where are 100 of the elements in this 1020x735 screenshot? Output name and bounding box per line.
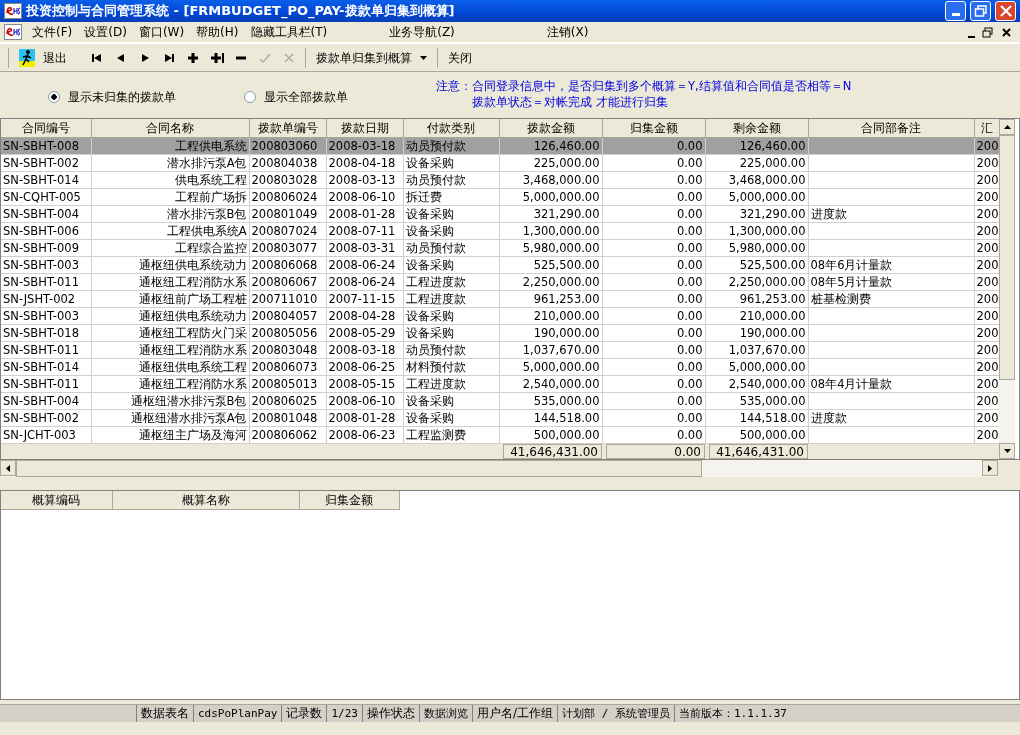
status-label: 用户名/工作组 [472,705,558,722]
table-cell: 200803060 [251,139,318,153]
table-cell: 2008-05-29 [328,326,396,340]
table-cell: 225,000.00 [533,156,600,170]
scroll-down-button[interactable] [999,443,1015,459]
table-cell: 200 [976,343,998,357]
table-cell: SN-JCHT-003 [3,428,76,442]
close-icon [1000,25,1013,39]
radio-button[interactable] [48,91,60,103]
table-cell: 0.00 [676,309,703,323]
table-cell: 2,250,000.00 [728,275,806,289]
table-cell: 2008-03-18 [328,139,396,153]
table-cell: 通枢纽供电系统动力 [138,258,247,272]
table-cell: 0.00 [676,241,703,255]
radio-label[interactable]: 显示全部拨款单 [264,88,348,106]
column-header[interactable]: 合同部备注 [808,119,974,138]
table-cell: 设备采购 [405,207,454,221]
menu-item[interactable]: 文件(F) [26,23,79,41]
table-cell: 200804057 [251,309,318,323]
table-cell: 2008-03-31 [328,241,396,255]
table-cell: 200 [976,275,998,289]
table-cell: 工程供电系统A [166,224,247,238]
table-cell: 设备采购 [405,394,454,408]
radio-button[interactable] [244,91,256,103]
table-cell: SN-SBHT-003 [3,309,79,323]
table-cell: 200 [976,258,998,272]
scroll-right-button[interactable] [982,460,998,476]
table-cell: 200 [976,139,998,153]
column-header[interactable]: 付款类别 [403,119,499,138]
column-header[interactable]: 概算名称 [112,491,299,510]
status-label: 操作状态 [362,705,419,722]
column-header[interactable]: 合同名称 [91,119,249,138]
dropdown-button[interactable]: 拨款单归集到概算 [310,46,433,69]
table-cell: 200805056 [251,326,318,340]
status-label: 数据表名 [136,705,193,722]
column-header[interactable]: 拨款单编号 [249,119,326,138]
table-cell: 200 [976,411,998,425]
column-header[interactable]: 归集金额 [299,491,399,510]
table-cell: 0.00 [676,343,703,357]
column-header[interactable]: 剩余金额 [705,119,808,138]
table-cell: 通枢纽前广场工程桩 [138,292,247,306]
table-cell: 200 [976,224,998,238]
table-cell: 08年4月计量款 [810,377,893,391]
status-label: 记录数 [281,705,327,722]
radio-label[interactable]: 显示未归集的拨款单 [68,88,176,106]
column-header[interactable]: 拨款日期 [326,119,403,138]
table-cell: 2008-03-18 [328,343,396,357]
table-cell: 通枢纽工程防火门采 [138,326,247,340]
column-header[interactable]: 汇 [974,119,999,138]
table-cell: 2008-06-25 [328,360,396,374]
table-cell: 225,000.00 [739,156,806,170]
scroll-left-button[interactable] [0,460,16,476]
menu-item[interactable]: 注销(X) [540,23,595,41]
column-header[interactable]: 概算编码 [1,491,112,510]
scrollbar-thumb[interactable] [16,460,702,477]
table-cell: 进度款 [810,207,847,221]
close-icon [998,4,1013,18]
table-cell: 1,300,000.00 [522,224,600,238]
table-cell: 08年6月计量款 [810,258,893,272]
menu-item[interactable]: 业务导航(Z) [383,23,461,41]
table-cell: 126,460.00 [533,139,600,153]
table-cell: 200806068 [251,258,318,272]
table-cell: 200 [976,156,998,170]
table-cell: 2008-06-10 [328,394,396,408]
table-cell: 144,518.00 [533,411,600,425]
up-arrow-icon [1003,125,1011,129]
table-cell: 0.00 [676,394,703,408]
table-cell: SN-SBHT-004 [3,394,79,408]
table-cell: 设备采购 [405,224,454,238]
left-arrow-icon [6,464,10,472]
table-cell: 200804038 [251,156,318,170]
menu-item[interactable]: 隐藏工具栏(T) [244,23,334,41]
column-header[interactable]: 归集金额 [602,119,705,138]
table-cell: 潜水排污泵B包 [166,207,247,221]
table-cell: 200 [976,377,998,391]
menu-item[interactable]: 帮助(H) [190,23,245,41]
column-header[interactable]: 合同编号 [1,119,91,138]
table-cell: 设备采购 [405,258,454,272]
restore-icon [973,4,988,18]
app-logo-icon [4,3,22,19]
table-cell: 0.00 [676,377,703,391]
table-cell: SN-SBHT-009 [3,241,79,255]
table-cell: 200807024 [251,224,318,238]
running-man-icon [19,48,35,67]
table-cell: 动员预付款 [405,343,466,357]
scroll-up-button[interactable] [999,119,1015,135]
table-cell: SN-SBHT-014 [3,360,79,374]
exit-button[interactable]: 退出 [13,46,73,69]
table-cell: 0.00 [676,173,703,187]
table-cell: 200805013 [251,377,318,391]
close-button[interactable]: 关闭 [442,46,478,69]
column-header[interactable]: 拨款金额 [499,119,602,138]
table-cell: 0.00 [676,156,703,170]
menu-item[interactable]: 设置(D) [78,23,133,41]
scrollbar-thumb[interactable] [999,135,1015,380]
menu-item[interactable]: 窗口(W) [132,23,191,41]
table-cell: 2008-04-18 [328,156,396,170]
table-cell: 5,980,000.00 [728,241,806,255]
table-cell: 1,037,670.00 [522,343,600,357]
status-value: cdsPoPlanPay [193,705,282,722]
